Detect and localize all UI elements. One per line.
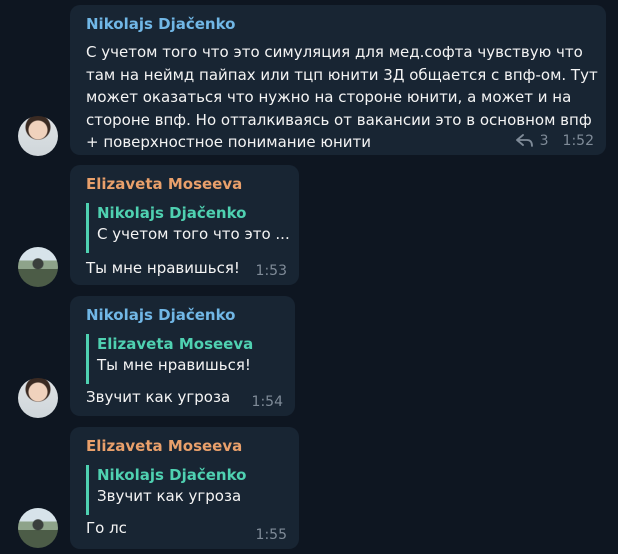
avatar-nikolajs[interactable] — [18, 378, 58, 418]
avatar-elizaveta[interactable] — [18, 247, 58, 287]
quote-text: Звучит как угроза — [97, 487, 242, 505]
reply-arrow-icon[interactable] — [515, 134, 534, 148]
message-bubble-4[interactable]: Elizaveta Moseeva Nikolajs Djačenko Звуч… — [70, 427, 299, 549]
quote-sender: Nikolajs Djačenko — [97, 204, 247, 222]
message-meta: 3 1:52 — [515, 133, 594, 149]
message-bubble-1[interactable]: Nikolajs Djačenko С учетом того что это … — [70, 5, 606, 155]
message-text: Звучит как угроза — [86, 388, 231, 406]
avatar-elizaveta[interactable] — [18, 508, 58, 548]
quote-sender: Nikolajs Djačenko — [97, 466, 247, 484]
sender-name[interactable]: Elizaveta Moseeva — [86, 437, 242, 455]
quote-sender: Elizaveta Moseeva — [97, 335, 254, 353]
reply-quote[interactable]: Elizaveta Moseeva Ты мне нравишься! — [86, 334, 253, 384]
quote-text: Ты мне нравишься! — [97, 356, 251, 374]
message-time: 1:53 — [255, 263, 287, 279]
message-text: Го лс — [86, 519, 127, 537]
sender-name[interactable]: Elizaveta Moseeva — [86, 175, 242, 193]
message-bubble-3[interactable]: Nikolajs Djačenko Elizaveta Moseeva Ты м… — [70, 296, 295, 416]
reply-quote[interactable]: Nikolajs Djačenko С учетом того что это … — [86, 203, 290, 253]
message-time: 1:55 — [255, 527, 287, 543]
reply-count[interactable]: 3 — [540, 133, 549, 149]
avatar-nikolajs[interactable] — [18, 116, 58, 156]
message-time: 1:52 — [562, 133, 594, 149]
message-bubble-2[interactable]: Elizaveta Moseeva Nikolajs Djačenko С уч… — [70, 165, 299, 285]
message-text: Ты мне нравишься! — [86, 259, 240, 277]
message-time: 1:54 — [251, 394, 283, 410]
sender-name[interactable]: Nikolajs Djačenko — [86, 15, 235, 33]
sender-name[interactable]: Nikolajs Djačenko — [86, 306, 235, 324]
quote-text: С учетом того что это ... — [97, 225, 290, 243]
reply-quote[interactable]: Nikolajs Djačenko Звучит как угроза — [86, 465, 246, 515]
